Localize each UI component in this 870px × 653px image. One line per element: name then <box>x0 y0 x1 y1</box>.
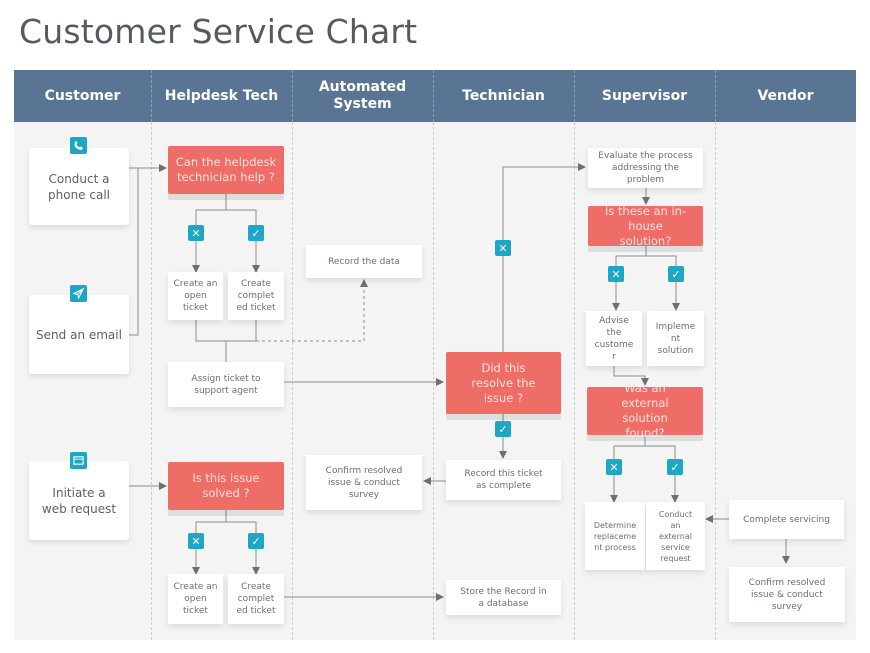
card-label: Conduct a phone call <box>48 171 110 202</box>
card-send-email[interactable]: Send an email <box>29 295 129 374</box>
card-label: Initiate a web request <box>41 485 117 516</box>
card-create-completed-ticket-1[interactable]: Create complet ed ticket <box>228 272 284 320</box>
card-create-open-ticket-2[interactable]: Create an open ticket <box>168 574 223 624</box>
header-divider <box>151 70 152 122</box>
card-advise-customer[interactable]: Advise the custome r <box>586 311 642 366</box>
yes-icon: ✓ <box>248 225 264 241</box>
card-create-completed-ticket-2[interactable]: Create complet ed ticket <box>228 574 284 624</box>
yes-icon: ✓ <box>248 533 264 549</box>
header-divider <box>292 70 293 122</box>
card-conduct-external-request[interactable]: Conduct an external service request <box>646 502 705 570</box>
browser-window-icon <box>70 452 87 469</box>
lane-divider <box>292 122 293 640</box>
phone-icon <box>70 137 87 154</box>
card-confirm-survey-vendor[interactable]: Confirm resolved issue & conduct survey <box>729 567 845 622</box>
header-divider <box>433 70 434 122</box>
decision-external-solution[interactable]: Was an external solution found? <box>587 381 703 440</box>
no-icon: ✕ <box>495 240 511 256</box>
swimlane-header: Customer Helpdesk Tech Automated System … <box>14 70 856 122</box>
header-divider <box>715 70 716 122</box>
no-icon: ✕ <box>606 459 622 475</box>
lane-divider <box>715 122 716 640</box>
card-implement-solution[interactable]: Impleme nt solution <box>647 311 704 366</box>
card-label: Send an email <box>36 327 122 342</box>
lane-header-vendor: Vendor <box>757 87 814 104</box>
card-determine-replacement[interactable]: Determine replaceme nt process <box>585 502 645 570</box>
header-divider <box>574 70 575 122</box>
decision-helpdesk-can-help[interactable]: Can the helpdesk technician help ? <box>168 146 284 194</box>
swimlane-board <box>14 122 856 640</box>
lane-divider <box>433 122 434 640</box>
no-icon: ✕ <box>188 225 204 241</box>
lane-header-technician: Technician <box>462 87 545 104</box>
yes-icon: ✓ <box>667 459 683 475</box>
decision-in-house-solution[interactable]: Is these an in-house solution? <box>588 204 703 248</box>
lane-header-customer: Customer <box>44 87 121 104</box>
decision-issue-solved[interactable]: Is this issue solved ? <box>168 462 284 510</box>
lane-divider <box>574 122 575 640</box>
no-icon: ✕ <box>188 533 204 549</box>
lane-header-supervisor: Supervisor <box>601 87 688 104</box>
card-complete-servicing[interactable]: Complete servicing <box>729 500 844 539</box>
card-web-request[interactable]: Initiate a web request <box>29 461 129 540</box>
decision-did-resolve[interactable]: Did this resolve the issue ? <box>446 352 561 414</box>
card-store-record[interactable]: Store the Record in a database <box>446 580 561 615</box>
card-record-complete[interactable]: Record this ticket as complete <box>446 460 561 500</box>
page-title: Customer Service Chart <box>19 12 418 51</box>
card-phone-call[interactable]: Conduct a phone call <box>29 148 129 225</box>
lane-divider <box>151 122 152 640</box>
card-create-open-ticket-1[interactable]: Create an open ticket <box>168 272 223 320</box>
lane-header-helpdesk-tech: Helpdesk Tech <box>164 87 279 104</box>
yes-icon: ✓ <box>495 421 511 437</box>
card-evaluate-process[interactable]: Evaluate the process addressing the prob… <box>588 148 703 188</box>
card-record-data[interactable]: Record the data <box>306 245 422 278</box>
paper-plane-icon <box>70 285 87 302</box>
lane-header-automated-system: Automated System <box>318 79 407 112</box>
no-icon: ✕ <box>608 266 624 282</box>
yes-icon: ✓ <box>668 266 684 282</box>
card-assign-ticket[interactable]: Assign ticket to support agent <box>168 362 284 407</box>
card-confirm-survey-automated[interactable]: Confirm resolved issue & conduct survey <box>306 455 422 510</box>
